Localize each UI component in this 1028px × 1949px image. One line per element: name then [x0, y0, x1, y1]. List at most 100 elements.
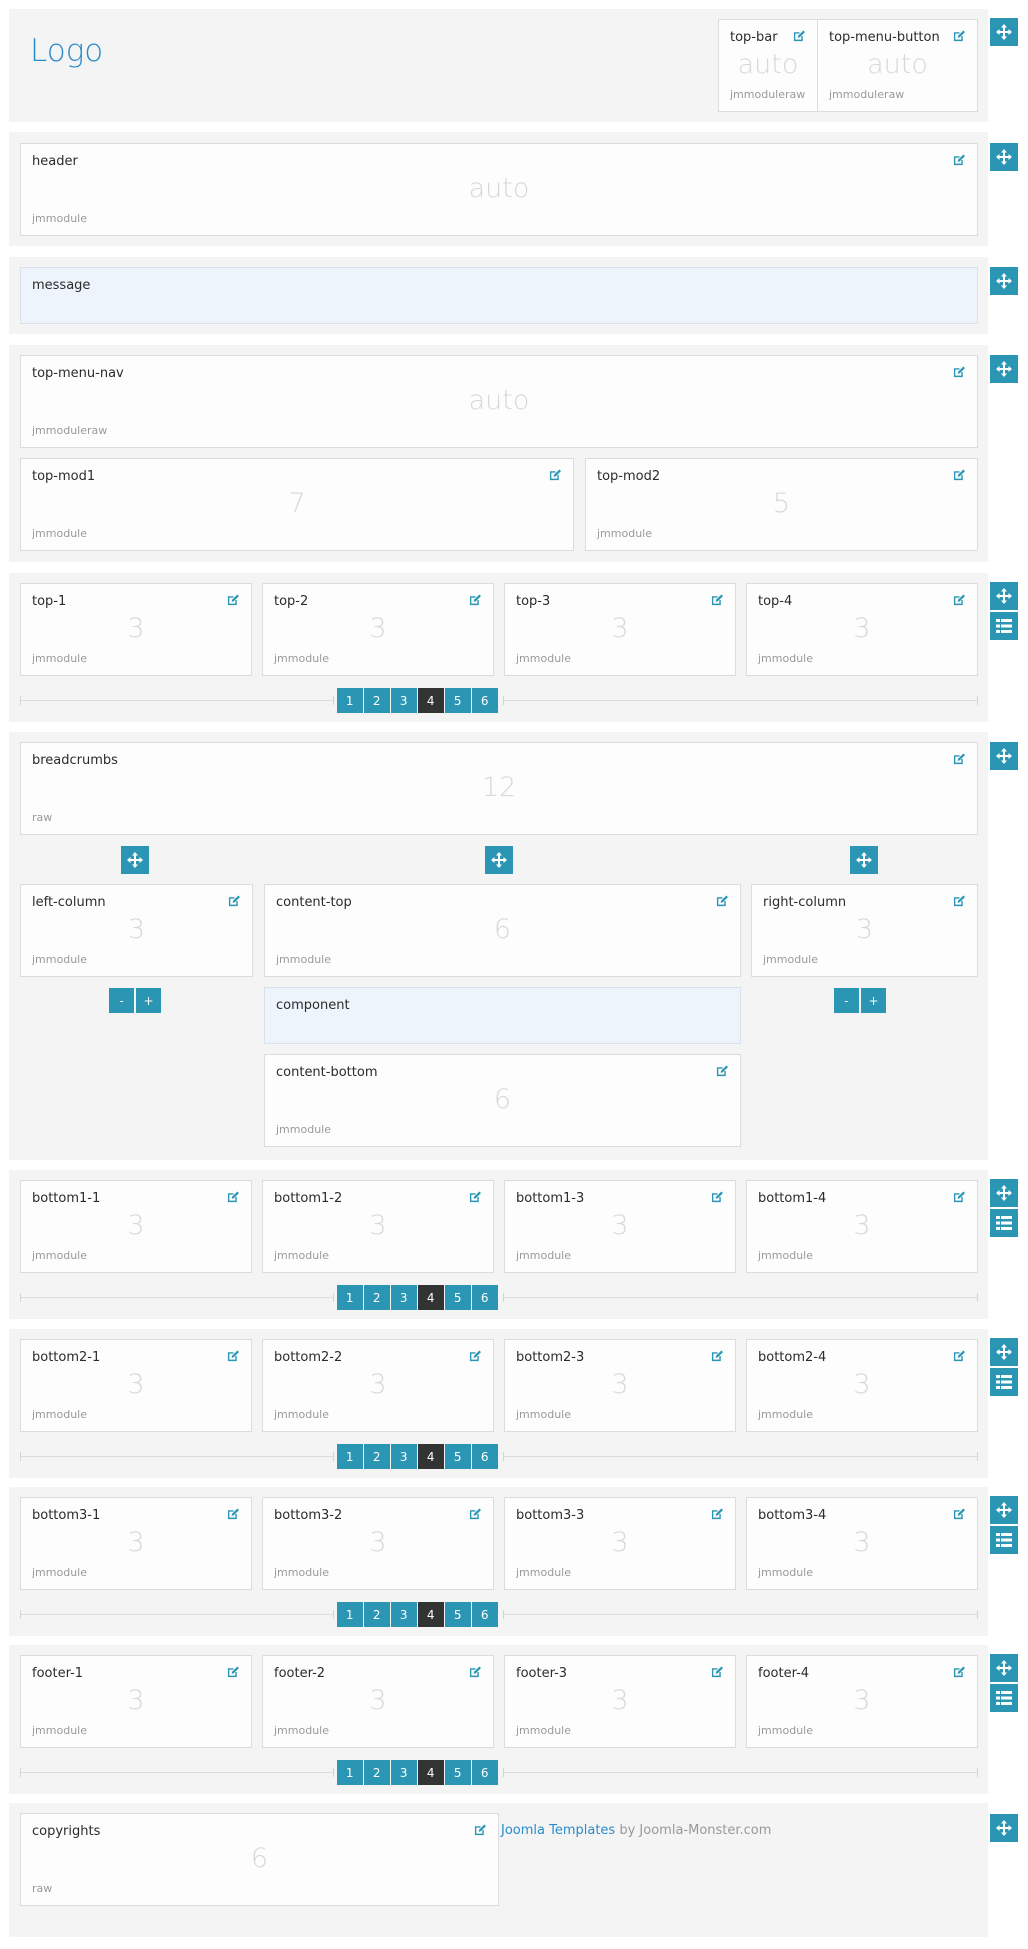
move-icon: [996, 1502, 1012, 1518]
column-layout-slider[interactable]: 123456: [20, 1285, 978, 1311]
layout-page-button[interactable]: 2: [364, 1602, 390, 1627]
move-section-button[interactable]: [990, 143, 1018, 171]
edit-icon[interactable]: [227, 1190, 240, 1203]
left-column-increase-button[interactable]: +: [136, 988, 161, 1013]
move-section-button[interactable]: [990, 1338, 1018, 1366]
edit-icon[interactable]: [953, 1507, 966, 1520]
edit-icon[interactable]: [469, 593, 482, 606]
edit-icon[interactable]: [227, 593, 240, 606]
edit-icon[interactable]: [711, 593, 724, 606]
layout-page-button[interactable]: 4: [418, 688, 444, 713]
left-column-decrease-button[interactable]: -: [109, 988, 134, 1013]
edit-icon[interactable]: [469, 1507, 482, 1520]
list-icon: [996, 1690, 1012, 1706]
layout-page-button[interactable]: 5: [445, 1444, 471, 1469]
block-size: 3: [369, 1369, 387, 1400]
edit-icon[interactable]: [469, 1665, 482, 1678]
layout-page-button[interactable]: 5: [445, 1602, 471, 1627]
joomla-templates-link[interactable]: Joomla Templates: [501, 1823, 615, 1838]
block-name: bottom1-4: [758, 1191, 827, 1206]
edit-icon[interactable]: [953, 894, 966, 907]
layout-page-button[interactable]: 1: [337, 1444, 363, 1469]
edit-icon[interactable]: [953, 1349, 966, 1362]
edit-icon[interactable]: [549, 468, 562, 481]
column-layout-slider[interactable]: 123456: [20, 688, 978, 714]
edit-icon[interactable]: [953, 468, 966, 481]
layout-page-button[interactable]: 6: [472, 688, 498, 713]
move-content-column-button[interactable]: [485, 846, 513, 874]
column-layout-button[interactable]: [990, 1526, 1018, 1554]
layout-page-button[interactable]: 2: [364, 1285, 390, 1310]
edit-icon[interactable]: [711, 1507, 724, 1520]
edit-icon[interactable]: [716, 1064, 729, 1077]
layout-page-button[interactable]: 6: [472, 1602, 498, 1627]
layout-page-button[interactable]: 1: [337, 1602, 363, 1627]
layout-page-button[interactable]: 3: [391, 1760, 417, 1785]
block-top-bar: top-bar auto jmmoduleraw: [718, 19, 818, 112]
edit-icon[interactable]: [228, 894, 241, 907]
move-section-button[interactable]: [990, 582, 1018, 610]
layout-page-button[interactable]: 2: [364, 1444, 390, 1469]
edit-icon[interactable]: [793, 29, 806, 42]
edit-icon[interactable]: [227, 1349, 240, 1362]
column-layout-button[interactable]: [990, 1368, 1018, 1396]
edit-icon[interactable]: [716, 894, 729, 907]
layout-page-button[interactable]: 2: [364, 688, 390, 713]
move-section-button[interactable]: [990, 1654, 1018, 1682]
layout-page-button[interactable]: 5: [445, 688, 471, 713]
section-bottom3-row: bottom3-1 3 jmmodule bottom3-2 3 jmmodule bott…: [9, 1487, 988, 1636]
right-column-decrease-button[interactable]: -: [834, 988, 859, 1013]
layout-page-button[interactable]: 3: [391, 688, 417, 713]
layout-page-button[interactable]: 3: [391, 1602, 417, 1627]
edit-icon[interactable]: [953, 153, 966, 166]
layout-page-button[interactable]: 4: [418, 1444, 444, 1469]
move-section-button[interactable]: [990, 355, 1018, 383]
layout-page-button[interactable]: 5: [445, 1285, 471, 1310]
edit-icon[interactable]: [953, 752, 966, 765]
column-layout-slider[interactable]: 123456: [20, 1760, 978, 1786]
block-name: bottom2-1: [32, 1350, 101, 1365]
layout-page-button[interactable]: 4: [418, 1602, 444, 1627]
edit-icon[interactable]: [227, 1665, 240, 1678]
edit-icon[interactable]: [953, 1665, 966, 1678]
move-section-button[interactable]: [990, 742, 1018, 770]
column-layout-button[interactable]: [990, 1684, 1018, 1712]
column-layout-slider[interactable]: 123456: [20, 1444, 978, 1470]
edit-icon[interactable]: [227, 1507, 240, 1520]
slider-track-right: [503, 696, 978, 705]
edit-icon[interactable]: [469, 1190, 482, 1203]
layout-page-button[interactable]: 1: [337, 1760, 363, 1785]
layout-page-button[interactable]: 4: [418, 1285, 444, 1310]
move-section-button[interactable]: [990, 1179, 1018, 1207]
move-section-button[interactable]: [990, 1496, 1018, 1524]
column-layout-slider[interactable]: 123456: [20, 1602, 978, 1628]
layout-page-button[interactable]: 1: [337, 688, 363, 713]
edit-icon[interactable]: [711, 1665, 724, 1678]
layout-page-button[interactable]: 2: [364, 1760, 390, 1785]
layout-page-button[interactable]: 1: [337, 1285, 363, 1310]
column-layout-button[interactable]: [990, 1209, 1018, 1237]
move-section-button[interactable]: [990, 18, 1018, 46]
move-left-column-button[interactable]: [121, 846, 149, 874]
block-name: bottom1-3: [516, 1191, 585, 1206]
move-section-button[interactable]: [990, 267, 1018, 295]
move-section-button[interactable]: [990, 1814, 1018, 1842]
edit-icon[interactable]: [469, 1349, 482, 1362]
edit-icon[interactable]: [953, 593, 966, 606]
right-column-increase-button[interactable]: +: [861, 988, 886, 1013]
layout-page-button[interactable]: 6: [472, 1760, 498, 1785]
layout-page-button[interactable]: 6: [472, 1444, 498, 1469]
edit-icon[interactable]: [953, 1190, 966, 1203]
layout-page-button[interactable]: 4: [418, 1760, 444, 1785]
layout-page-button[interactable]: 5: [445, 1760, 471, 1785]
edit-icon[interactable]: [711, 1349, 724, 1362]
layout-page-button[interactable]: 3: [391, 1285, 417, 1310]
move-right-column-button[interactable]: [850, 846, 878, 874]
edit-icon[interactable]: [953, 365, 966, 378]
edit-icon[interactable]: [953, 29, 966, 42]
column-layout-button[interactable]: [990, 612, 1018, 640]
edit-icon[interactable]: [711, 1190, 724, 1203]
layout-page-button[interactable]: 3: [391, 1444, 417, 1469]
edit-icon[interactable]: [474, 1823, 487, 1836]
layout-page-button[interactable]: 6: [472, 1285, 498, 1310]
